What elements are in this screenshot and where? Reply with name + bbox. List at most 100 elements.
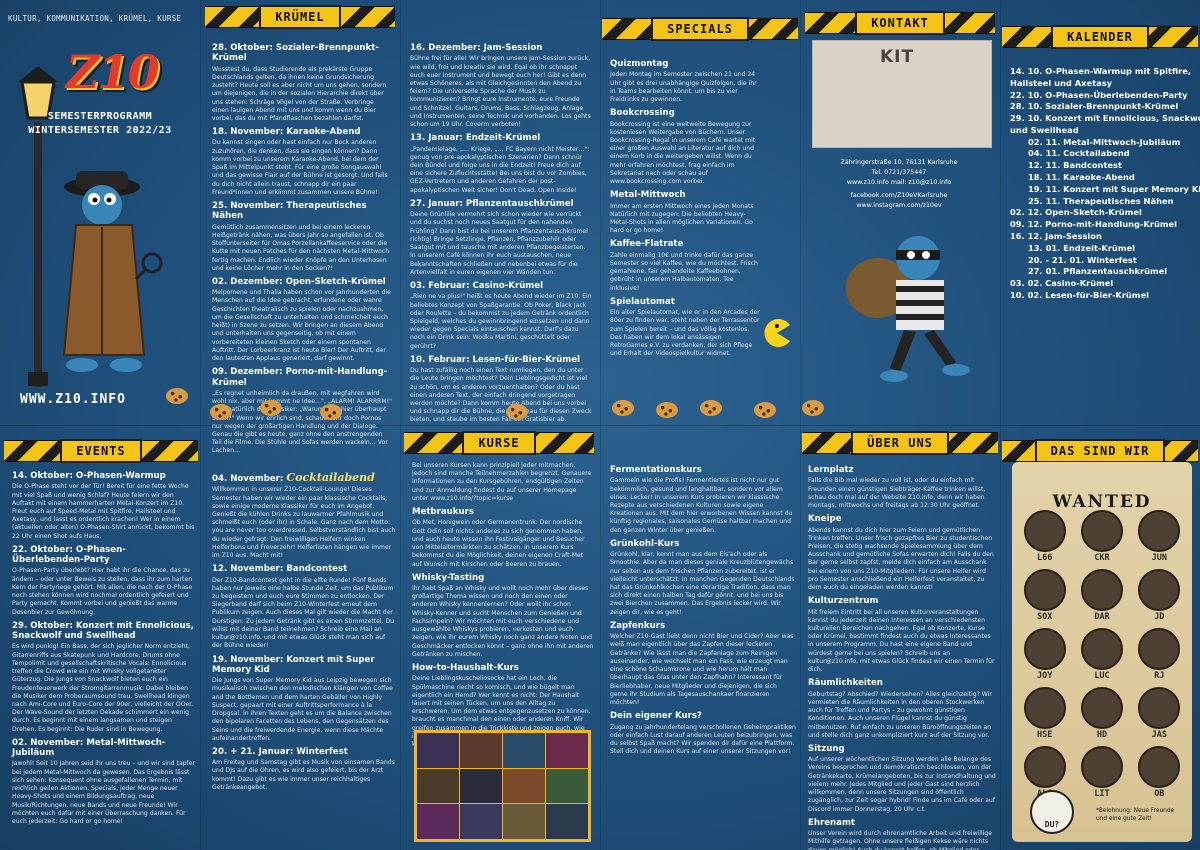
avatar (1023, 687, 1066, 729)
kalender-header-tape: KALENDER (1002, 26, 1198, 48)
reward-note: *Belohnung: Neue Freunde und eine gute Z… (1096, 808, 1175, 822)
ueber-uns-text: Geburtstag? Abschied? Wiedersehen? Alles… (808, 690, 992, 739)
calendar-entry: 18. 11. Karaoke-Abend (1028, 172, 1135, 183)
avatar (1023, 628, 1066, 670)
member-avatar: SOX (1016, 569, 1073, 622)
ueber-uns-text: Unser Verein wird durch ehrenamtliche Ar… (808, 830, 992, 850)
kruemel-header: KRÜMEL (261, 7, 339, 27)
event-title: 22. Oktober: O-Phasen-Überlebenden-Party (12, 544, 126, 566)
kurse-left-column: Bei unseren Kursen kann prinzipiell jede… (412, 462, 594, 753)
ueber-uns-text: Mit freiem Eintritt bei all unseren Kult… (808, 608, 995, 674)
event-title: 12. November: Bandcontest (212, 564, 348, 575)
cookie-icon (320, 404, 342, 420)
event-text: Es wird punkig! Ein Bass, der sich jegli… (12, 643, 194, 733)
member-initials: JUN (1151, 553, 1167, 563)
event-text: Am Freitag und Samstag gibt es Musik von… (212, 759, 395, 791)
calendar-entry: 03. 02. Casino-Krümel (1010, 278, 1114, 289)
kurse-header: KURSE (464, 433, 534, 453)
events-header: EVENTS (62, 441, 140, 461)
kruemel-text: Deine Grünlilie vermehrt sich schon wied… (410, 211, 588, 276)
event-title: 19. November: Konzert mit Super Memory K… (212, 654, 375, 675)
cocktailabend-title: Cocktailabend (286, 471, 375, 484)
web-mail[interactable]: www.z10.info mail: z10@z10.info (804, 178, 994, 188)
member-avatar: L66 (1016, 510, 1073, 563)
event-title: 02. November: Metal-Mittwoch-Jubiläum (12, 737, 166, 759)
kalender-header: KALENDER (1053, 27, 1147, 47)
photo (417, 733, 459, 768)
avatar (1023, 746, 1066, 788)
wanted-title: WANTED (1052, 492, 1152, 512)
member-initials: SOX (1036, 612, 1053, 622)
kruemel-header-tape: KRÜMEL (205, 6, 395, 28)
ueber-uns-header-tape: ÜBER UNS (802, 432, 998, 454)
avatar (1080, 628, 1123, 670)
kruemel-text: Du kannst singen oder hast einfach nur B… (212, 139, 388, 196)
event-text: Die Jungs von Super Memory Kid aus Leipz… (212, 677, 393, 742)
special-title: Metal-Mittwoch (610, 190, 686, 201)
kruemel-title: 03. Februar: Casino-Krümel (410, 280, 544, 291)
kruemel-title: 18. November: Karaoke-Abend (212, 127, 361, 138)
member-avatar: JUN (1131, 510, 1188, 563)
special-title: Kaffee-Flatrate (610, 239, 684, 250)
photo (460, 804, 502, 839)
specials-header-tape: SPECIALS (602, 18, 798, 40)
events-mid-column: 04. November: Cocktailabend Willkommen i… (212, 468, 396, 796)
instagram-link[interactable]: www.instagram.com/z10ev (804, 201, 994, 211)
du-avatar: DU? (1030, 790, 1074, 834)
calendar-entry: 02. 12. Open-Sketch-Krümel (1010, 207, 1142, 218)
avatar (1138, 746, 1181, 788)
photo (503, 768, 545, 804)
ueber-uns-title: Lernplatz (808, 465, 854, 475)
facebook-link[interactable]: facebook.com/Z10eVKarlsruhe (804, 191, 994, 201)
website-link[interactable]: WWW.Z10.INFO (20, 392, 126, 407)
contact-info: Zähringerstraße 10, 76131 Karlsruhe Tel.… (804, 158, 994, 211)
cookie-icon (260, 400, 282, 416)
kruemel-text: „Rien ne va plus!" heißt es heute Abend … (410, 293, 592, 350)
calendar-entry: 28. 10. Sozialer-Brennpunkt-Krümel (1010, 101, 1179, 112)
member-avatar-grid: L66CKRJUNSOXDARJDJOYLUCRJHSEHDJASALGLITO… (1016, 510, 1188, 799)
kruemel-title: 02. Dezember: Open-Sketch-Krümel (212, 276, 386, 287)
kurs-text: Ihr habt Spaß an Whisky und wollt noch m… (412, 585, 594, 658)
member-avatar: JOY (1016, 628, 1073, 681)
kruemel-text: Wusstest du, dass Studierende als prekär… (212, 65, 387, 122)
cookie-icon (754, 402, 776, 418)
member-initials: DAR (1094, 612, 1110, 622)
calendar-entry: 10. 02. Lesen-für-Bier-Krümel (1010, 289, 1149, 300)
cookie-monster-detective-icon (62, 171, 163, 372)
calendar-entry: 19. 11. Konzert mit Super Memory Kid (1028, 183, 1200, 194)
kruemel-title: 25. November: Therapeutisches Nähen (212, 201, 367, 222)
photo (546, 804, 588, 839)
photo (460, 733, 502, 768)
member-avatar: JAS (1131, 687, 1188, 740)
specials-header: SPECIALS (653, 19, 747, 39)
fold-line-1 (200, 0, 201, 850)
member-initials: JAS (1151, 730, 1167, 740)
kurs-title: Dein eigener Kurs? (610, 711, 702, 722)
kurse-intro: Bei unseren Kursen kann prinzipiell jede… (412, 462, 592, 502)
calendar-entry: Hailsteel und Axetasy (1010, 77, 1113, 88)
calendar-entry: 12. 11. Bandcontest (1028, 160, 1122, 171)
kruemel-text: Melpomene und Thalia haben schon vor Jah… (212, 289, 391, 362)
kruemel-title: 13. Januar: Endzeit-Krümel (410, 133, 541, 144)
special-text: Ein alter Spielautomat, wie er in den Ar… (610, 309, 760, 358)
event-text: Der Z10-Bandcontest geht in die elfte Ru… (212, 576, 395, 650)
kurs-title: Whisky-Tasting (412, 572, 485, 583)
member-avatar: CKR (1073, 510, 1130, 563)
event-text: Die O-Phase steht vor der Tür! Bereit fü… (12, 483, 195, 540)
special-title: Quizmontag (610, 59, 669, 69)
special-title: Spielautomat (610, 296, 675, 307)
location-map[interactable]: KIT (812, 40, 992, 148)
photo-collage (414, 730, 591, 842)
kurs-text: Gammeln wie die Profis! Fermentiertes is… (610, 477, 793, 534)
ueber-uns-title: Kneipe (808, 514, 842, 525)
event-text: O-Phasen-Party überlebt? Hier habt ihr d… (12, 567, 193, 616)
ueber-uns-text: Falls die Bib mal wieder zu voll ist, od… (808, 477, 986, 509)
member-initials: OB (1154, 789, 1165, 799)
ueber-uns-text: Abends kannst du dich hier zum Feiern un… (808, 526, 994, 592)
special-text: Bookcrossing ist eine weltweite Bewegung… (610, 120, 756, 186)
events-header-tape: EVENTS (4, 440, 198, 462)
member-avatar: OB (1131, 746, 1188, 799)
member-initials: HD (1096, 730, 1108, 740)
member-initials: JD (1154, 612, 1165, 622)
member-initials: HSE (1036, 730, 1053, 740)
